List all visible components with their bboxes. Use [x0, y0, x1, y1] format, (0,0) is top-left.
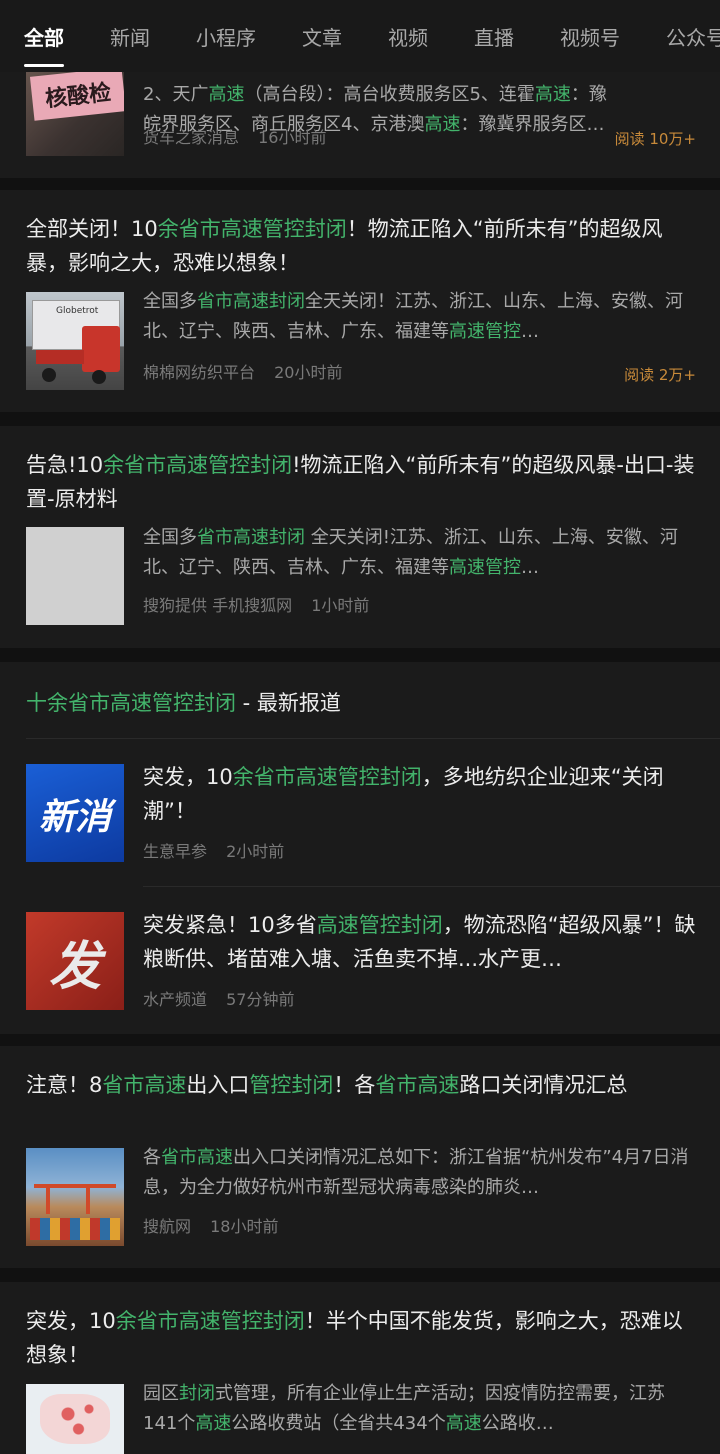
result-snippet: 全国多省市高速封闭全天关闭！江苏、浙江、山东、上海、安徽、河北、辽宁、陕西、吉林… [143, 291, 683, 342]
result-card[interactable]: 告急!10余省市高速管控封闭!物流正陷入“前所未有”的超级风暴-出口-装置-原材… [0, 426, 720, 648]
timestamp: 57分钟前 [226, 990, 295, 1009]
result-card[interactable]: 突发，10余省市高速管控封闭！半个中国不能发货，影响之大，恐难以想象！ 园区封闭… [0, 1282, 720, 1454]
result-meta: 生意早参 2小时前 [143, 838, 298, 862]
source-name: 搜狗提供 手机搜狐网 [143, 596, 293, 615]
result-meta: 搜航网 18小时前 [143, 1213, 292, 1237]
tab-all[interactable]: 全部 [24, 22, 64, 67]
read-count: 阅读 10万+ [614, 130, 696, 148]
result-title: 全部关闭！10余省市高速管控封闭！物流正陷入“前所未有”的超级风暴，影响之大，恐… [26, 217, 663, 275]
news-item[interactable]: 新消 突发，10余省市高速管控封闭，多地纺织企业迎来“关闭潮”！ 生意早参 2小… [0, 738, 720, 884]
result-card[interactable]: 全部关闭！10余省市高速管控封闭！物流正陷入“前所未有”的超级风暴，影响之大，恐… [0, 190, 720, 412]
tab-mini-program[interactable]: 小程序 [196, 22, 256, 51]
result-title: 注意！8省市高速出入口管控封闭！各省市高速路口关闭情况汇总 [26, 1073, 628, 1097]
timestamp: 1小时前 [311, 596, 370, 615]
result-title: 告急!10余省市高速管控封闭!物流正陷入“前所未有”的超级风暴-出口-装置-原材… [26, 453, 695, 511]
tab-articles[interactable]: 文章 [302, 22, 342, 51]
result-meta: 货车之家消息 16小时前 [143, 124, 340, 148]
thumbnail-sign-text: 核酸检 [44, 80, 113, 113]
thumbnail-news-logo-text: 新消 [38, 797, 111, 838]
thumbnail-breaking: 发 [26, 912, 124, 1010]
news-item-title: 突发紧急！10多省高速管控封闭，物流恐陷“超级风暴”！缺粮断供、堵苗难入塘、活鱼… [143, 913, 696, 971]
search-tabs: 全部 新闻 小程序 文章 视频 直播 视频号 公众号 [0, 0, 720, 72]
thumbnail-news-logo: 新消 [26, 764, 124, 862]
read-count: 阅读 2万+ [624, 366, 696, 384]
result-meta: 水产频道 57分钟前 [143, 986, 308, 1010]
result-snippet: 全国多省市高速封闭 全天关闭!江苏、浙江、山东、上海、安徽、河北、辽宁、陕西、吉… [143, 527, 678, 578]
source-name: 货车之家消息 [143, 128, 240, 147]
tab-news[interactable]: 新闻 [110, 22, 150, 51]
thumbnail-placeholder [26, 527, 124, 625]
timestamp: 18小时前 [210, 1217, 279, 1236]
source-name: 生意早参 [143, 842, 208, 861]
source-name: 棉棉网纺织平台 [143, 363, 256, 382]
result-meta: 棉棉网纺织平台 20小时前 [143, 359, 356, 383]
timestamp: 2小时前 [226, 842, 285, 861]
thumbnail-port [26, 1148, 124, 1246]
result-snippet: 各省市高速出入口关闭情况汇总如下：浙江省据“杭州发布”4月7日消息，为全力做好杭… [143, 1147, 689, 1198]
result-meta: 搜狗提供 手机搜狐网 1小时前 [143, 592, 383, 616]
result-title: 突发，10余省市高速管控封闭！半个中国不能发货，影响之大，恐难以想象！ [26, 1309, 683, 1367]
tab-official-accounts[interactable]: 公众号 [666, 22, 720, 51]
source-name: 搜航网 [143, 1217, 192, 1236]
news-item-title: 突发，10余省市高速管控封闭，多地纺织企业迎来“关闭潮”！ [143, 765, 664, 823]
tab-channels[interactable]: 视频号 [560, 22, 620, 51]
source-name: 水产频道 [143, 990, 208, 1009]
tab-video[interactable]: 视频 [388, 22, 428, 51]
truck-logo-text: Globetrot [56, 306, 99, 316]
tab-live[interactable]: 直播 [474, 22, 514, 51]
thumbnail-breaking-text: 发 [48, 937, 101, 997]
news-section-title[interactable]: 十余省市高速管控封闭 - 最新报道 [26, 686, 341, 720]
result-snippet: 园区封闭式管理，所有企业停止生产活动；因疫情防控需要，江苏141个高速公路收费站… [143, 1383, 665, 1434]
result-card[interactable]: 注意！8省市高速出入口管控封闭！各省市高速路口关闭情况汇总 各省市高速出入口关闭… [0, 1046, 720, 1268]
thumbnail-truck: Globetrot [26, 292, 124, 390]
news-section-card: 十余省市高速管控封闭 - 最新报道 新消 突发，10余省市高速管控封闭，多地纺织… [0, 662, 720, 1034]
timestamp: 16小时前 [258, 128, 327, 147]
thumbnail-map [26, 1384, 124, 1454]
news-item[interactable]: 发 突发紧急！10多省高速管控封闭，物流恐陷“超级风暴”！缺粮断供、堵苗难入塘、… [0, 886, 720, 1034]
timestamp: 20小时前 [274, 363, 343, 382]
thumbnail-test-sign: 核酸检 [26, 58, 124, 156]
